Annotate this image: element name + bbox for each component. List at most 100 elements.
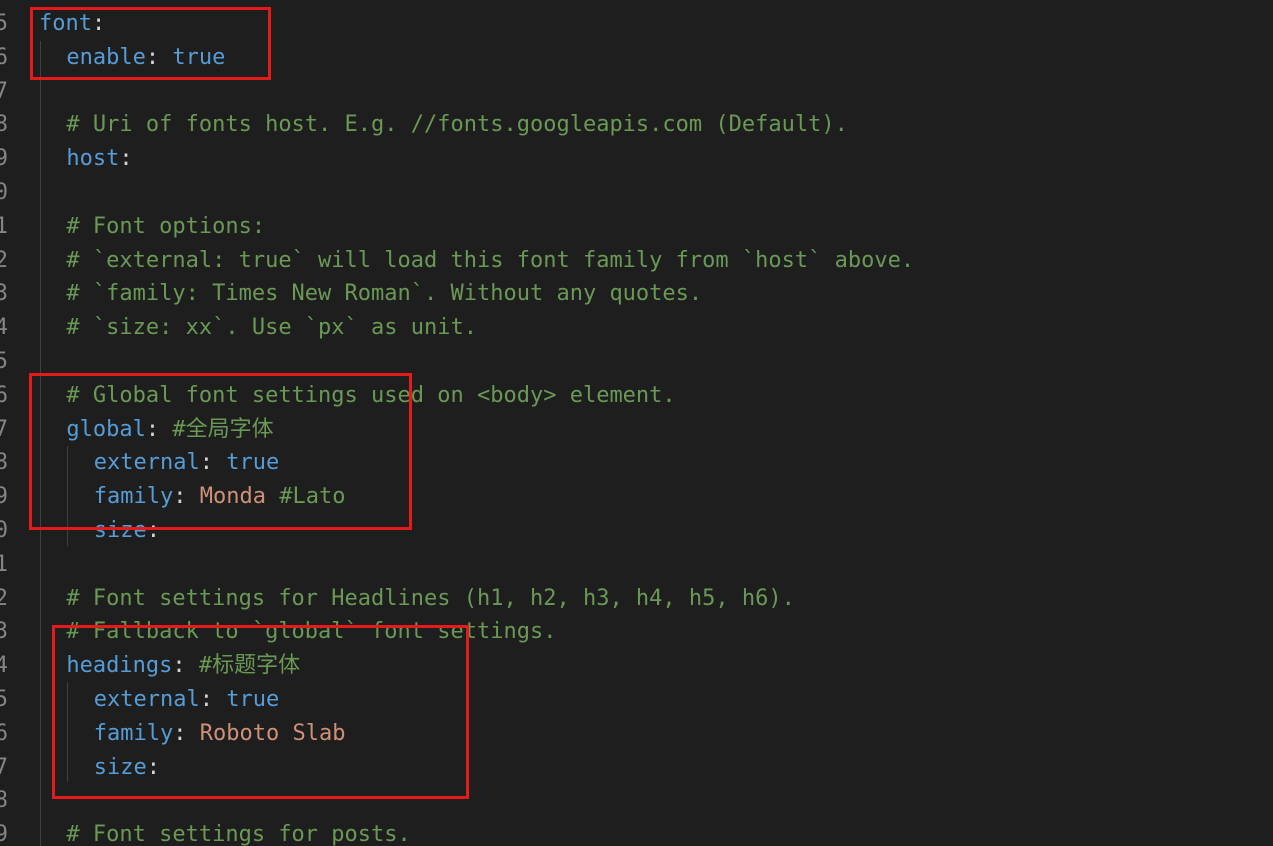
code-text: # `size: xx`. Use `px` as unit. [66, 311, 477, 345]
code-editor[interactable]: 5 font: 6 enable: true 7 8 # Uri of fonts host… [0, 0, 1273, 846]
code-line[interactable]: 4 # `size: xx`. Use `px` as unit. [0, 311, 1273, 345]
code-text: # Fallback to `global` font settings. [66, 615, 556, 649]
line-number: 8 [0, 112, 8, 138]
line-number: 9 [0, 484, 8, 510]
code-text: enable: true [66, 41, 225, 75]
code-text: size: [94, 751, 160, 785]
code-token: Monda [199, 484, 280, 510]
code-token: global [66, 416, 146, 442]
code-token: # Font options: [66, 213, 266, 239]
code-token: : [145, 44, 173, 70]
code-line[interactable]: 8 [0, 784, 1273, 818]
code-token: # Fallback to `global` font settings. [66, 619, 557, 645]
code-token: # `external: true` will load this font f… [66, 247, 915, 273]
code-token: external [93, 450, 200, 476]
code-token: #全局字体 [172, 416, 274, 442]
code-token: : [173, 484, 200, 510]
code-line[interactable]: 6 # Global font settings used on <body> e… [0, 379, 1273, 413]
code-text: external: true [94, 446, 279, 480]
code-line[interactable]: 7 global: #全局字体 [0, 413, 1273, 447]
code-line[interactable]: 5 external: true [0, 683, 1273, 717]
line-number: 6 [0, 44, 8, 70]
code-token: Roboto Slab [199, 720, 346, 746]
code-token: external [93, 687, 200, 712]
code-token: : [146, 518, 161, 543]
code-line[interactable]: 0 size: [0, 514, 1273, 548]
code-line[interactable]: 9 host: [0, 142, 1273, 176]
line-number: 3 [0, 281, 8, 307]
code-line[interactable]: 2 # `external: true` will load this font … [0, 244, 1273, 278]
code-text: # `external: true` will load this font f… [66, 244, 914, 278]
code-line[interactable]: 7 [0, 75, 1273, 109]
code-token: : [145, 416, 173, 442]
code-token: font [39, 11, 92, 36]
code-text: family: Monda #Lato [94, 480, 346, 514]
line-number: 6 [0, 720, 8, 746]
line-number: 7 [0, 416, 8, 442]
line-number: 8 [0, 788, 8, 814]
code-text: external: true [94, 683, 279, 717]
code-token: : [146, 754, 161, 780]
code-token: : [199, 450, 227, 476]
code-line[interactable]: 5 font: [0, 7, 1273, 41]
code-token: # Font settings for Headlines (h1, h2, h… [66, 585, 795, 611]
code-token: : [173, 720, 200, 746]
line-number: 7 [0, 78, 8, 104]
code-token: : [91, 11, 106, 36]
line-number: 4 [0, 653, 8, 679]
line-number: 3 [0, 619, 8, 645]
line-number: 0 [0, 180, 8, 205]
line-number: 2 [0, 585, 8, 611]
code-line[interactable]: 6 enable: true [0, 41, 1273, 75]
code-token: true [172, 44, 226, 70]
line-number: 5 [0, 11, 8, 36]
code-line[interactable]: 9 family: Monda #Lato [0, 480, 1273, 514]
code-line[interactable]: 1 # Font options: [0, 210, 1273, 244]
code-token: #标题字体 [198, 653, 301, 679]
code-token: # Font settings for posts. [66, 822, 411, 846]
code-line[interactable]: 8 external: true [0, 446, 1273, 480]
indent-guide [67, 446, 68, 546]
code-line[interactable]: 5 [0, 345, 1273, 379]
code-text: # Font settings for Headlines (h1, h2, h… [66, 582, 794, 616]
code-line[interactable]: 2 # Font settings for Headlines (h1, h2, … [0, 582, 1273, 616]
code-token: : [172, 653, 199, 679]
code-line[interactable]: 9 # Font settings for posts. [0, 818, 1273, 846]
code-line[interactable]: 1 [0, 548, 1273, 582]
code-token: # `family: Times New Roman`. Without any… [66, 281, 703, 307]
code-line[interactable]: 0 [0, 176, 1273, 210]
code-token: #Lato [279, 484, 346, 510]
line-number: 8 [0, 450, 8, 476]
code-token: size [93, 754, 147, 780]
code-token: true [226, 450, 280, 476]
code-text: # Global font settings used on <body> el… [66, 379, 675, 413]
line-number: 0 [0, 518, 8, 543]
code-line[interactable]: 3 # Fallback to `global` font settings. [0, 615, 1273, 649]
code-token: # Uri of fonts host. E.g. //fonts.google… [66, 112, 848, 138]
line-number: 5 [0, 687, 8, 712]
code-text: family: Roboto Slab [94, 717, 346, 751]
code-token: : [199, 687, 227, 712]
code-token: enable [66, 44, 146, 70]
code-line[interactable]: 7 size: [0, 751, 1273, 785]
line-number: 9 [0, 822, 8, 846]
code-text: # Font settings for posts. [66, 818, 410, 846]
line-number: 9 [0, 146, 8, 172]
code-line[interactable]: 4 headings: #标题字体 [0, 649, 1273, 683]
line-number: 5 [0, 349, 8, 374]
line-number: 1 [0, 213, 8, 239]
code-text: global: #全局字体 [66, 413, 273, 447]
code-text: size: [94, 514, 160, 548]
line-number: 1 [0, 551, 8, 577]
line-number: 4 [0, 315, 8, 341]
indent-guide [40, 41, 41, 846]
code-line[interactable]: 6 family: Roboto Slab [0, 717, 1273, 751]
line-number: 2 [0, 247, 8, 273]
code-line[interactable]: 3 # `family: Times New Roman`. Without an… [0, 277, 1273, 311]
code-text: headings: #标题字体 [66, 649, 300, 683]
code-token: # `size: xx`. Use `px` as unit. [66, 315, 477, 341]
code-line[interactable]: 8 # Uri of fonts host. E.g. //fonts.googl… [0, 108, 1273, 142]
code-token: true [226, 687, 280, 712]
code-token: family [93, 484, 174, 510]
code-token: # Global font settings used on <body> el… [66, 382, 676, 408]
